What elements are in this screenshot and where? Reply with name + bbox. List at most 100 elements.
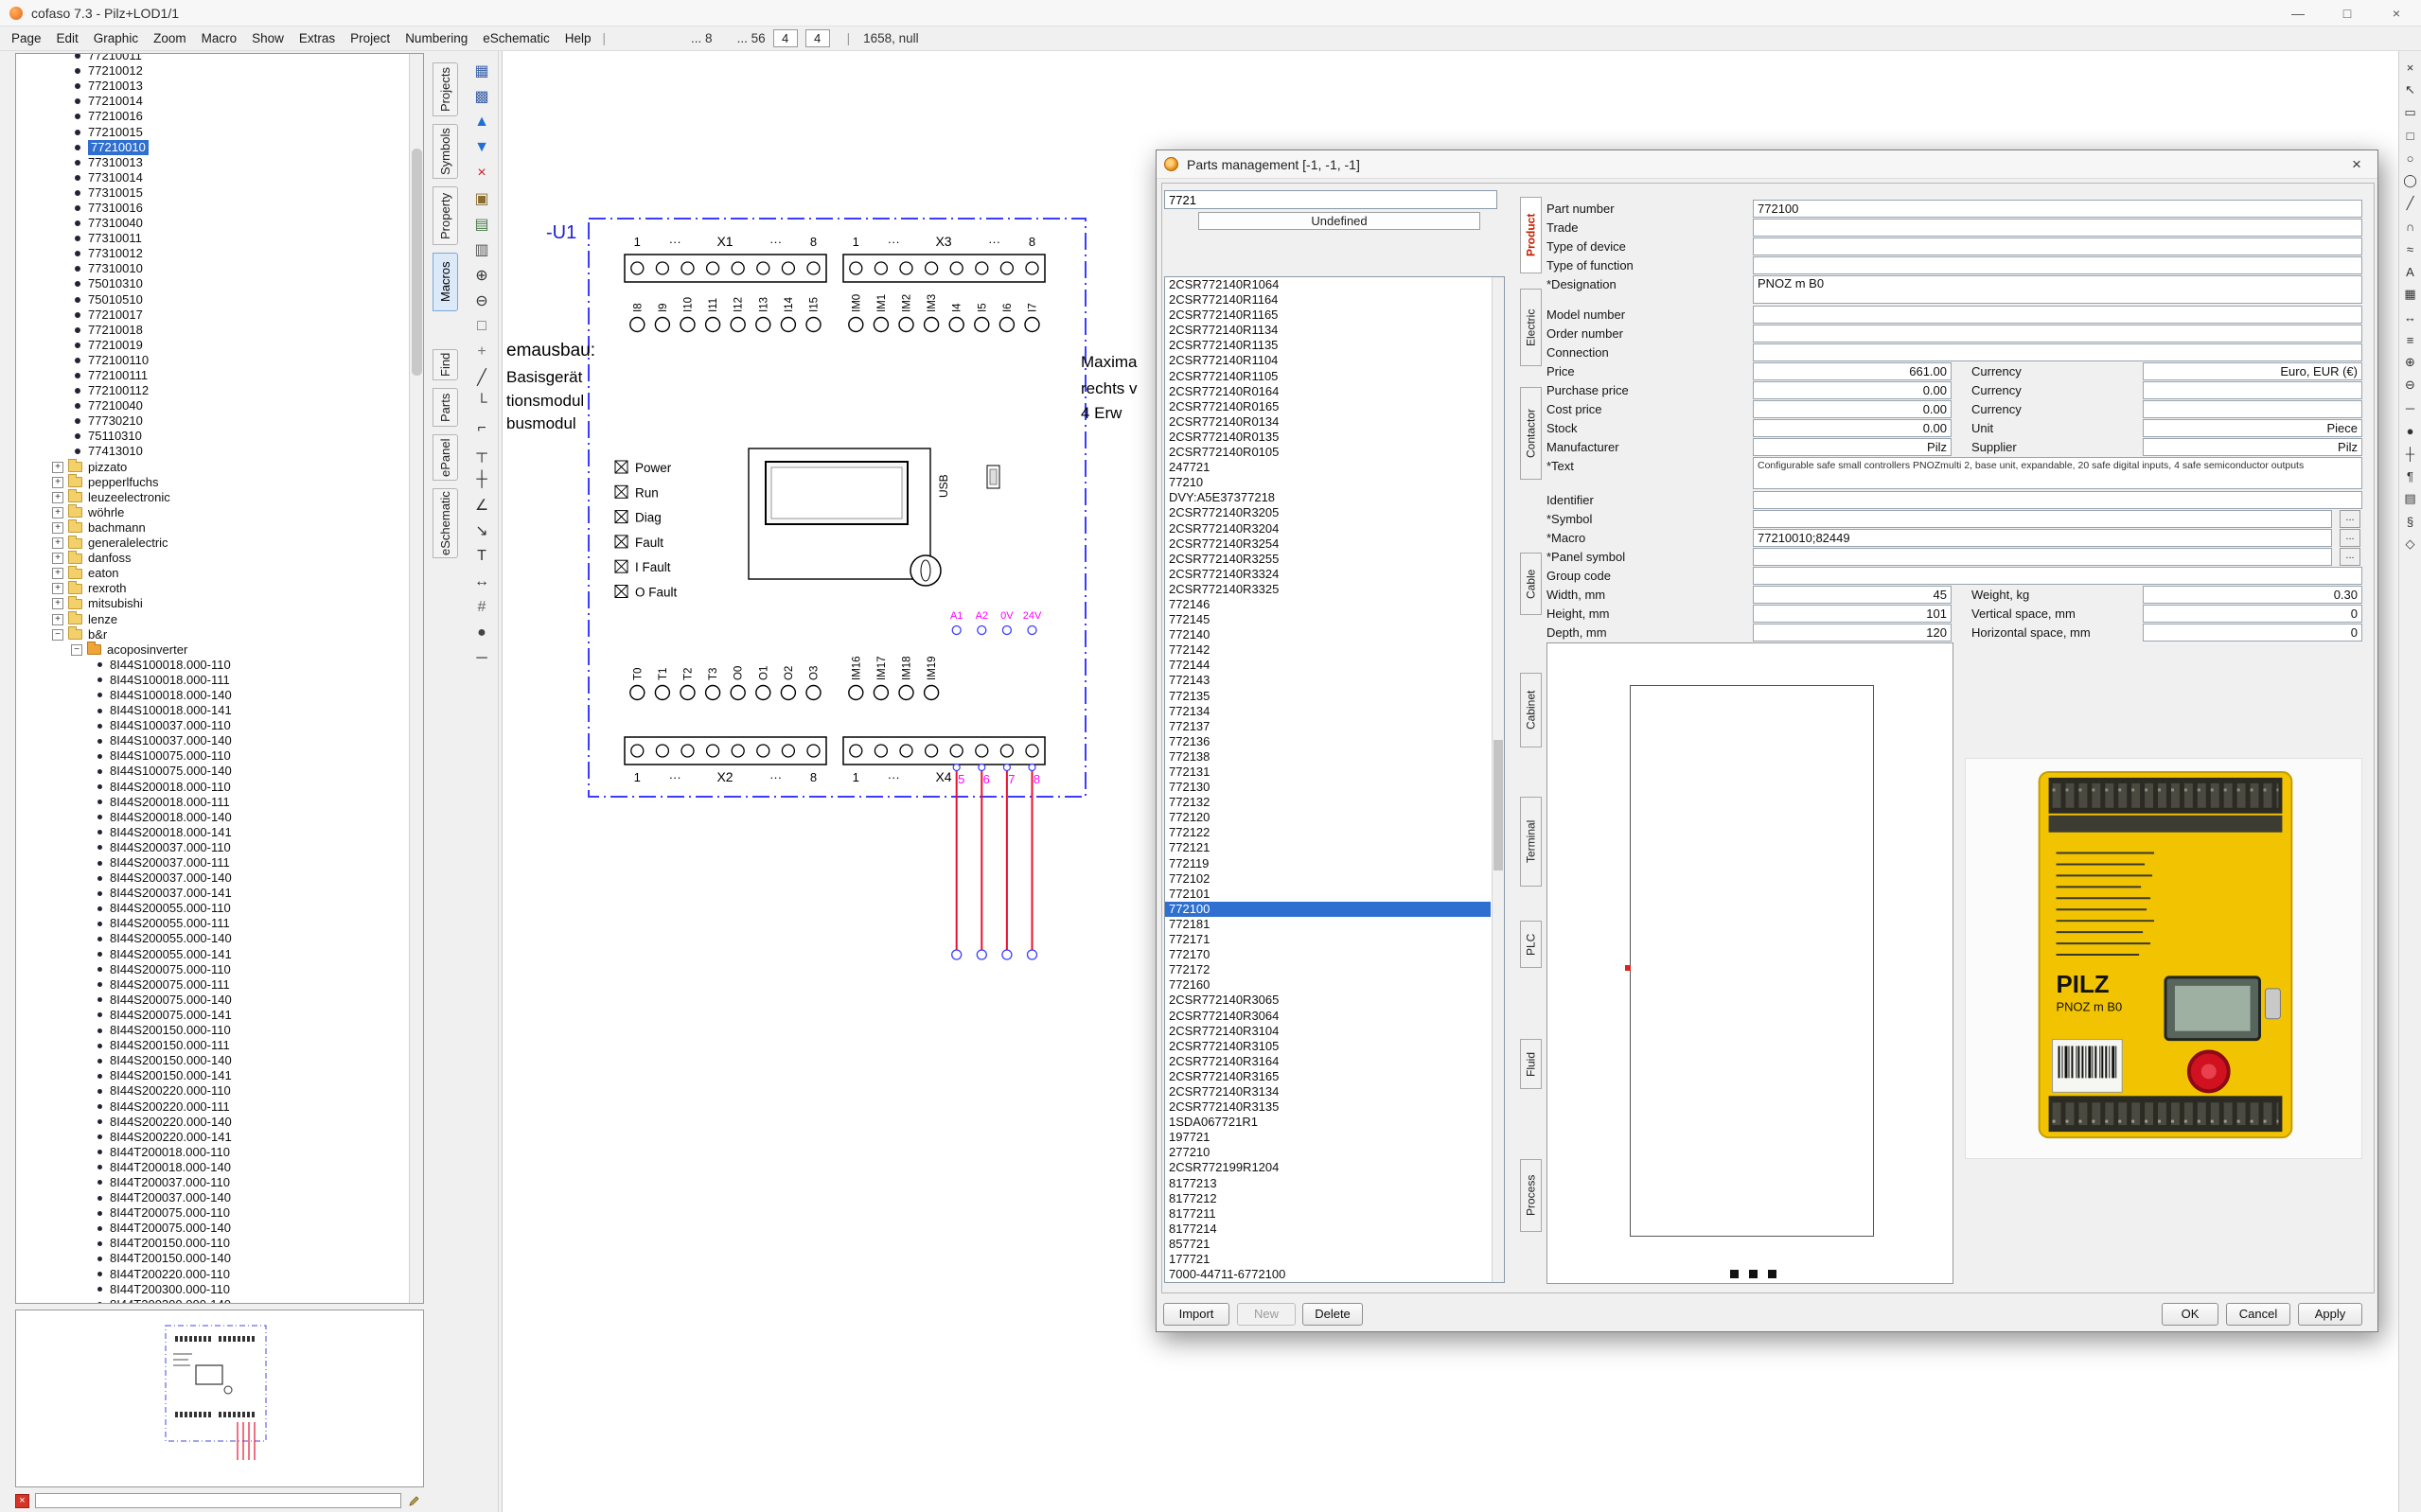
parts-list-item[interactable]: 2CSR772140R3065 — [1165, 993, 1491, 1008]
tree-item[interactable]: 8I44S200018.000-141 — [18, 825, 408, 840]
line-tool-icon[interactable]: ╱ — [2400, 193, 2421, 214]
close-panel-icon[interactable]: × — [2400, 57, 2421, 78]
delete-icon[interactable]: × — [468, 161, 495, 185]
tree-item[interactable]: 8I44S200150.000-140 — [18, 1053, 408, 1068]
tree-folder[interactable]: +danfoss — [18, 551, 408, 566]
tree-item[interactable]: 8I44T200018.000-110 — [18, 1145, 408, 1160]
parts-list-item[interactable]: 772172 — [1165, 962, 1491, 977]
field-connection[interactable] — [1753, 343, 2362, 361]
corner-tool-icon[interactable]: └ — [468, 391, 495, 415]
tree-item[interactable]: 77310012 — [18, 246, 408, 261]
tree-item[interactable]: 8I44S100075.000-110 — [18, 748, 408, 764]
tree-item[interactable]: 75010310 — [18, 276, 408, 291]
tree-folder[interactable]: +leuzeelectronic — [18, 490, 408, 505]
field-price[interactable]: 661.00 — [1753, 362, 1952, 380]
tree-item[interactable]: 8I44S100037.000-110 — [18, 718, 408, 733]
category-tab-contactor[interactable]: Contactor — [1520, 387, 1542, 480]
maximize-button[interactable]: □ — [2323, 0, 2372, 26]
parts-list-item[interactable]: 772171 — [1165, 932, 1491, 947]
tree-item[interactable]: 8I44S200018.000-111 — [18, 795, 408, 810]
parts-list-item[interactable]: 772102 — [1165, 871, 1491, 887]
tree-item[interactable]: 8I44S200037.000-140 — [18, 870, 408, 886]
field-panel-symbol[interactable] — [1753, 548, 2332, 566]
parts-list-scrollbar-thumb[interactable] — [1493, 740, 1503, 870]
menu-show[interactable]: Show — [244, 31, 292, 45]
pan-icon[interactable]: + — [468, 340, 495, 364]
parts-list-item[interactable]: 2CSR772140R0134 — [1165, 414, 1491, 430]
browse-button[interactable]: ... — [2340, 548, 2360, 566]
tree-item[interactable]: 8I44S200018.000-140 — [18, 810, 408, 825]
save-all-icon[interactable]: ▩ — [468, 84, 495, 109]
tree-folder[interactable]: +mitsubishi — [18, 596, 408, 611]
field-designation[interactable]: PNOZ m B0 — [1753, 275, 2362, 304]
tree-folder[interactable]: −b&r — [18, 627, 408, 642]
apply-button[interactable]: Apply — [2298, 1303, 2362, 1326]
tree-item[interactable]: 77310011 — [18, 231, 408, 246]
category-tab-cable[interactable]: Cable — [1520, 553, 1542, 615]
parts-list-item[interactable]: 772181 — [1165, 917, 1491, 932]
parts-list-item[interactable]: 772160 — [1165, 977, 1491, 993]
curve-tool-icon[interactable]: ≈ — [2400, 238, 2421, 259]
parts-list-item[interactable]: 277210 — [1165, 1145, 1491, 1160]
tree-scrollbar-thumb[interactable] — [412, 149, 422, 376]
save-icon[interactable]: ▦ — [468, 59, 495, 83]
tree-item[interactable]: 8I44S200018.000-110 — [18, 780, 408, 795]
tree-item[interactable]: 8I44S200150.000-110 — [18, 1023, 408, 1038]
tree-item[interactable]: 8I44S200037.000-141 — [18, 886, 408, 901]
preview-edit-field[interactable] — [35, 1493, 401, 1508]
parts-list-item[interactable]: 772121 — [1165, 840, 1491, 855]
parts-list-item[interactable]: 772130 — [1165, 780, 1491, 795]
tree-item[interactable]: 8I44T200300.000-110 — [18, 1282, 408, 1297]
section-icon[interactable]: § — [2400, 511, 2421, 532]
pointer-tool-icon[interactable]: ↖ — [2400, 79, 2421, 100]
toolbar-value-box-2[interactable]: 4 — [805, 29, 830, 47]
parts-list-item[interactable]: 772145 — [1165, 612, 1491, 627]
field-supplier[interactable]: Pilz — [2143, 438, 2362, 456]
parts-list-item[interactable]: 2CSR772140R3105 — [1165, 1039, 1491, 1054]
collapse-minus-icon[interactable]: − — [71, 644, 82, 656]
tree-item[interactable]: 77210018 — [18, 323, 408, 338]
parts-list-item[interactable]: 8177212 — [1165, 1191, 1491, 1206]
parts-list-item[interactable]: 2CSR772140R3255 — [1165, 552, 1491, 567]
tree-item[interactable]: 8I44S200220.000-141 — [18, 1130, 408, 1145]
expand-plus-icon[interactable]: + — [52, 522, 63, 534]
tree-item[interactable]: 77310040 — [18, 216, 408, 231]
tree-item[interactable]: 8I44T200220.000-110 — [18, 1267, 408, 1282]
parts-list-item[interactable]: 857721 — [1165, 1237, 1491, 1252]
parts-list-item[interactable]: 2CSR772140R0164 — [1165, 384, 1491, 399]
tree-item[interactable]: 77210016 — [18, 109, 408, 124]
arrow-tool-icon[interactable]: ↘ — [468, 519, 495, 543]
parts-list-item[interactable]: 772122 — [1165, 825, 1491, 840]
tree-item[interactable]: 8I44S200055.000-140 — [18, 931, 408, 946]
parts-list-item[interactable]: 2CSR772140R3325 — [1165, 582, 1491, 597]
tree-item[interactable]: 772100111 — [18, 368, 408, 383]
move-down-icon[interactable]: ▼ — [468, 135, 495, 160]
field-width-mm[interactable]: 45 — [1753, 586, 1952, 604]
tree-item[interactable]: 75010510 — [18, 292, 408, 308]
angle-tool-icon[interactable]: ∠ — [468, 493, 495, 518]
parts-list-item[interactable]: 2CSR772140R3104 — [1165, 1024, 1491, 1039]
parts-list-item[interactable]: 772119 — [1165, 856, 1491, 871]
node-tool-icon[interactable]: ● — [468, 621, 495, 645]
category-tab-terminal[interactable]: Terminal — [1520, 797, 1542, 887]
side-tab-epanel[interactable]: ePanel — [433, 434, 458, 481]
parts-list-item[interactable]: 772132 — [1165, 795, 1491, 810]
browse-button[interactable]: ... — [2340, 529, 2360, 547]
copy-icon[interactable]: ▣ — [468, 186, 495, 211]
table-icon[interactable]: ▤ — [2400, 488, 2421, 509]
field-vertical-space-mm[interactable]: 0 — [2143, 605, 2362, 623]
parts-list-item[interactable]: 772146 — [1165, 597, 1491, 612]
tree-folder[interactable]: +lenze — [18, 611, 408, 626]
parts-list-item[interactable]: 2CSR772140R3164 — [1165, 1054, 1491, 1069]
tree-item[interactable]: 77210040 — [18, 398, 408, 413]
expand-plus-icon[interactable]: + — [52, 462, 63, 473]
rect-tool-icon[interactable]: ▭ — [2400, 102, 2421, 123]
parts-list-item[interactable]: 772120 — [1165, 810, 1491, 825]
tree-item[interactable]: 8I44T200150.000-110 — [18, 1236, 408, 1251]
tree-item[interactable]: 8I44S200220.000-140 — [18, 1115, 408, 1130]
expand-plus-icon[interactable]: + — [52, 507, 63, 519]
tree-item[interactable]: 77210011 — [18, 53, 408, 63]
zoom-out-icon[interactable]: ⊖ — [2400, 375, 2421, 396]
expand-plus-icon[interactable]: + — [52, 537, 63, 549]
tree-item[interactable]: 77210012 — [18, 63, 408, 79]
